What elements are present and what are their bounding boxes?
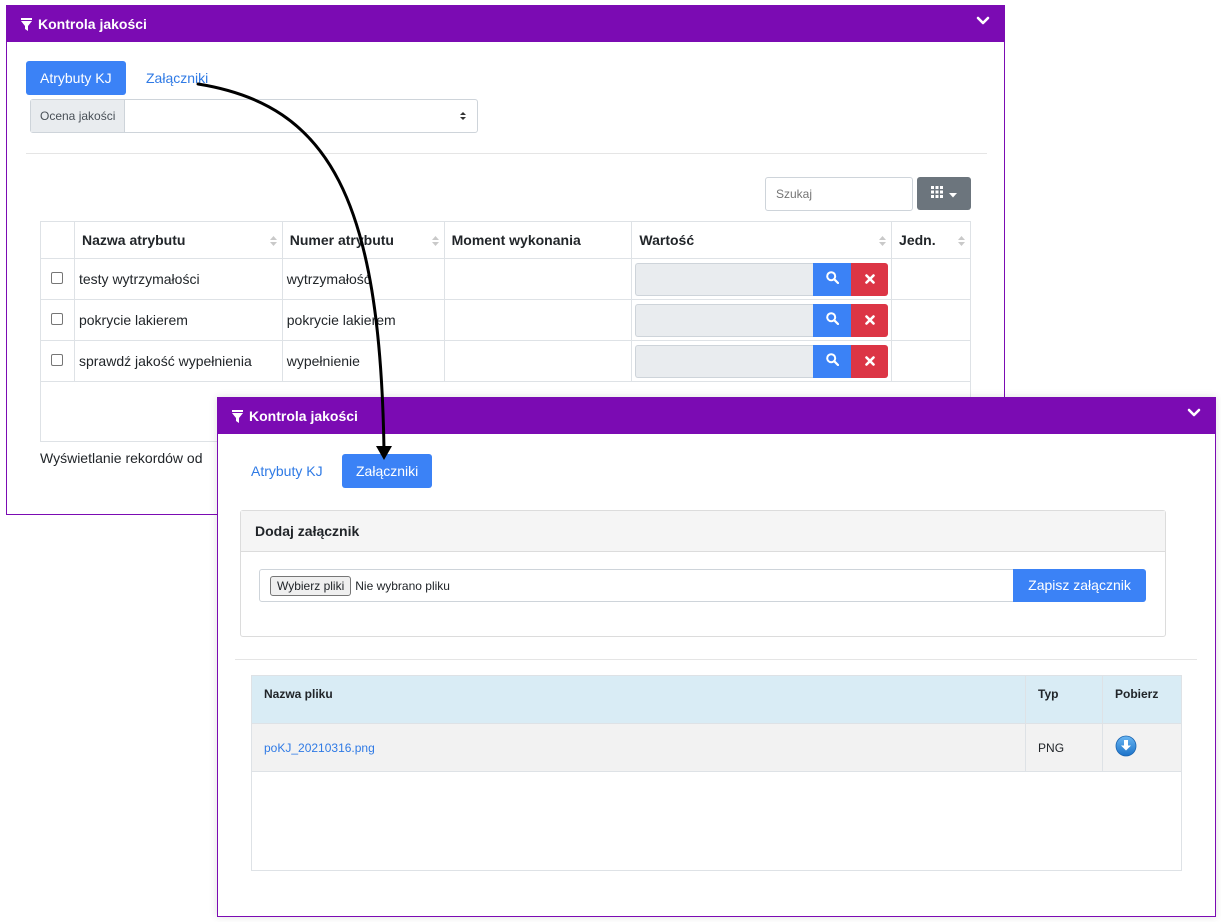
panel-title: Kontrola jakości bbox=[249, 408, 358, 424]
value-search-button[interactable] bbox=[813, 344, 852, 378]
cell-download bbox=[1102, 723, 1182, 772]
cell-value bbox=[631, 299, 893, 341]
empty-cell bbox=[251, 771, 1182, 871]
column-header-label: Wartość bbox=[639, 232, 695, 248]
cell-unit bbox=[891, 299, 971, 341]
column-header-number[interactable]: Numer atrybutu bbox=[281, 221, 445, 259]
value-input[interactable] bbox=[635, 303, 814, 337]
row-checkbox[interactable] bbox=[51, 272, 63, 284]
column-header-download: Pobierz bbox=[1102, 675, 1182, 724]
sort-icon bbox=[269, 234, 277, 250]
cell-name: testy wytrzymałości bbox=[73, 258, 283, 300]
sort-icon bbox=[958, 234, 965, 250]
table-row: poKJ_20210316.png PNG bbox=[250, 723, 1182, 772]
column-header-label: Moment wykonania bbox=[451, 232, 581, 248]
cell-number: wytrzymałość bbox=[281, 258, 445, 300]
table-row: testy wytrzymałości wytrzymałość bbox=[40, 258, 971, 300]
quality-select[interactable] bbox=[125, 100, 477, 132]
select-column-header bbox=[40, 221, 75, 259]
column-header-type: Typ bbox=[1025, 675, 1103, 724]
close-icon bbox=[864, 271, 875, 287]
add-attachment-title: Dodaj załącznik bbox=[241, 511, 1165, 552]
filter-icon bbox=[21, 17, 32, 31]
cell-moment bbox=[443, 258, 633, 300]
panel-title: Kontrola jakości bbox=[38, 16, 147, 32]
column-header-label: Jedn. bbox=[899, 232, 936, 248]
search-input[interactable] bbox=[765, 177, 913, 211]
table-header-row: Nazwa atrybutu Numer atrybutu Moment wyk… bbox=[40, 221, 971, 259]
table-empty-row bbox=[251, 771, 1182, 871]
table-row: pokrycie lakierem pokrycie lakierem bbox=[40, 299, 971, 341]
cell-moment bbox=[443, 299, 633, 341]
row-checkbox[interactable] bbox=[51, 354, 63, 366]
attachments-table: Nazwa pliku Typ Pobierz poKJ_20210316.pn… bbox=[250, 675, 1182, 871]
choose-files-button[interactable]: Wybierz pliki bbox=[270, 575, 352, 596]
value-search-button[interactable] bbox=[813, 262, 852, 296]
cell-name: pokrycie lakierem bbox=[73, 299, 283, 341]
row-checkbox[interactable] bbox=[51, 313, 63, 325]
columns-toggle-button[interactable] bbox=[917, 177, 971, 210]
no-file-label: Nie wybrano pliku bbox=[355, 578, 450, 593]
sort-icon bbox=[431, 234, 439, 250]
cell-number: wypełnienie bbox=[281, 340, 445, 382]
file-link[interactable]: poKJ_20210316.png bbox=[264, 741, 375, 755]
row-checkbox-cell bbox=[40, 258, 75, 300]
column-header-value[interactable]: Wartość bbox=[631, 221, 893, 259]
close-icon bbox=[864, 353, 875, 369]
cell-moment bbox=[443, 340, 633, 382]
value-clear-button[interactable] bbox=[851, 303, 889, 337]
add-attachment-card: Dodaj załącznik Wybierz pliki Nie wybran… bbox=[240, 510, 1166, 637]
filter-icon bbox=[232, 409, 243, 423]
tab-attachments[interactable]: Załączniki bbox=[342, 454, 433, 488]
search-icon bbox=[825, 353, 839, 369]
value-input[interactable] bbox=[635, 344, 814, 378]
column-header-moment: Moment wykonania bbox=[443, 221, 633, 259]
chevron-down-icon[interactable] bbox=[1187, 408, 1201, 418]
table-header-row: Nazwa pliku Typ Pobierz bbox=[250, 675, 1182, 724]
close-icon bbox=[864, 312, 875, 328]
quality-select-group: Ocena jakości bbox=[30, 99, 478, 133]
search-icon bbox=[825, 312, 839, 328]
value-search-button[interactable] bbox=[813, 303, 852, 337]
column-header-file-name: Nazwa pliku bbox=[250, 675, 1027, 724]
tab-attributes[interactable]: Atrybuty KJ bbox=[26, 61, 126, 95]
cell-name: sprawdź jakość wypełnienia bbox=[73, 340, 283, 382]
cell-number: pokrycie lakierem bbox=[281, 299, 445, 341]
column-header-unit[interactable]: Jedn. bbox=[891, 221, 971, 259]
row-checkbox-cell bbox=[40, 299, 75, 341]
value-clear-button[interactable] bbox=[851, 344, 889, 378]
records-info: Wyświetlanie rekordów od bbox=[40, 450, 203, 466]
value-input[interactable] bbox=[635, 262, 814, 296]
value-clear-button[interactable] bbox=[851, 262, 889, 296]
save-attachment-button[interactable]: Zapisz załącznik bbox=[1013, 569, 1146, 602]
quality-select-label: Ocena jakości bbox=[31, 100, 126, 132]
table-row: sprawdź jakość wypełnienia wypełnienie bbox=[40, 340, 971, 382]
cell-value bbox=[631, 340, 893, 382]
column-header-label: Nazwa atrybutu bbox=[81, 232, 186, 248]
column-header-label: Numer atrybutu bbox=[289, 232, 394, 248]
column-header-name[interactable]: Nazwa atrybutu bbox=[73, 221, 283, 259]
cell-file-name: poKJ_20210316.png bbox=[250, 723, 1027, 772]
download-icon[interactable] bbox=[1115, 735, 1137, 757]
search-icon bbox=[825, 271, 839, 287]
cell-unit bbox=[891, 258, 971, 300]
chevron-down-icon[interactable] bbox=[976, 16, 990, 26]
sort-icon bbox=[879, 234, 887, 250]
row-checkbox-cell bbox=[40, 340, 75, 382]
divider bbox=[26, 153, 987, 154]
caret-down-icon bbox=[949, 185, 957, 203]
cell-value bbox=[631, 258, 893, 300]
divider bbox=[235, 659, 1197, 660]
tab-attachments[interactable]: Załączniki bbox=[132, 61, 222, 95]
grid-icon bbox=[931, 185, 943, 203]
select-arrows-icon bbox=[459, 110, 467, 125]
cell-type: PNG bbox=[1025, 723, 1103, 772]
file-input[interactable]: Wybierz pliki Nie wybrano pliku bbox=[259, 569, 1014, 602]
quality-control-panel-attachments: Kontrola jakości Atrybuty KJ Załączniki … bbox=[217, 397, 1216, 917]
tab-attributes[interactable]: Atrybuty KJ bbox=[237, 454, 337, 488]
panel-header[interactable]: Kontrola jakości bbox=[218, 398, 1215, 434]
panel-header[interactable]: Kontrola jakości bbox=[7, 6, 1004, 42]
cell-unit bbox=[891, 340, 971, 382]
